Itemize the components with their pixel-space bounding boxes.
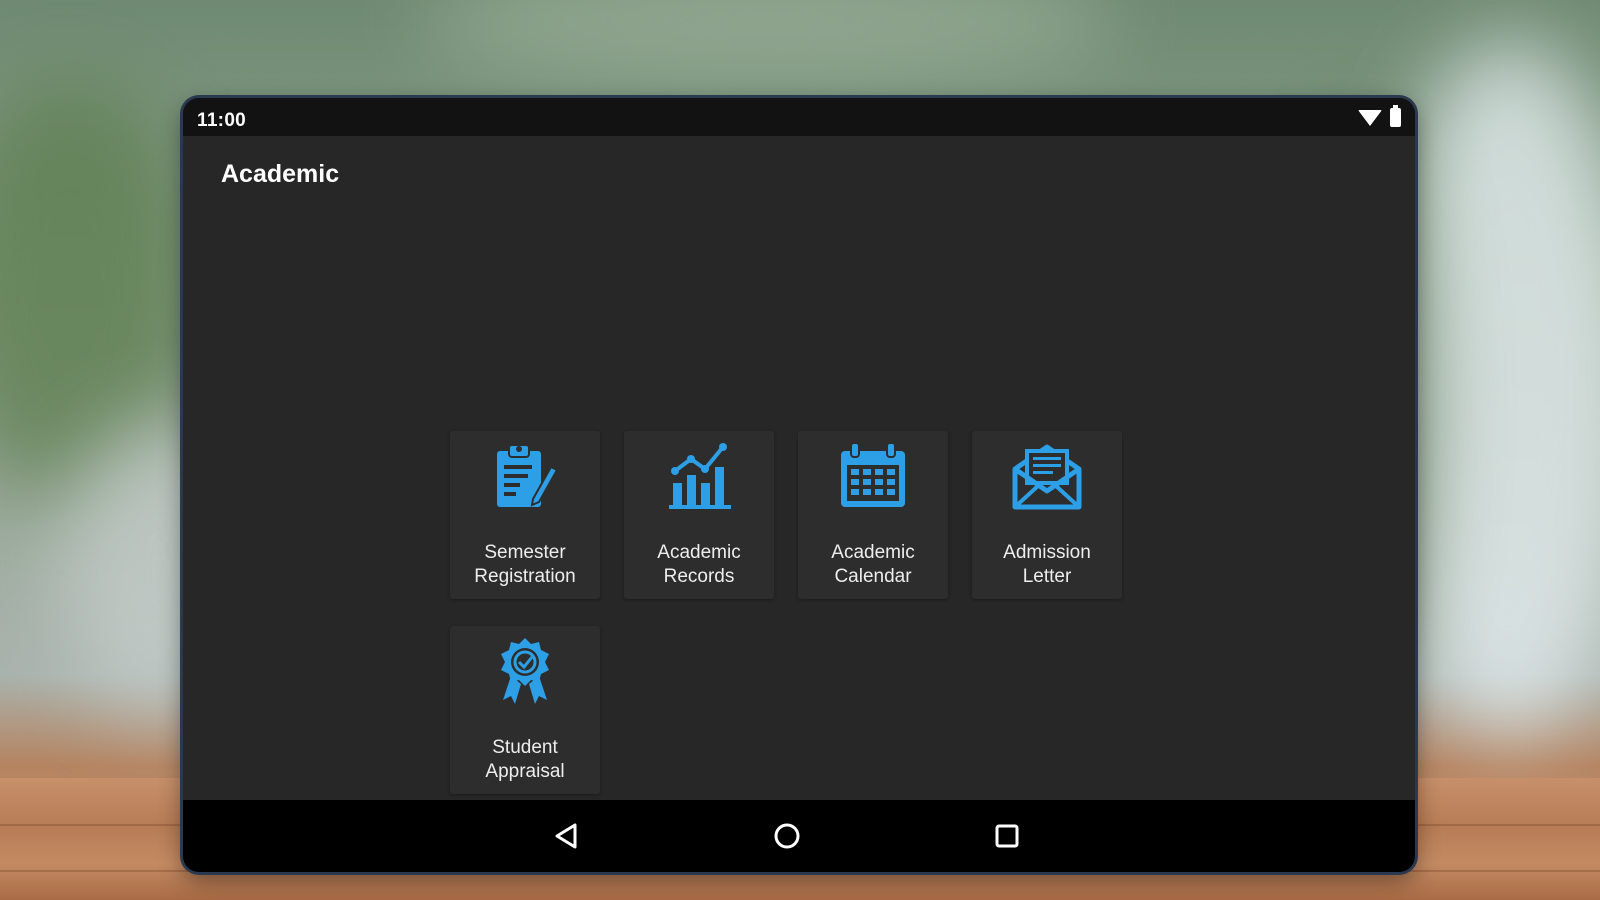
status-time: 11:00 [197,110,247,131]
envelope-letter-icon [1012,444,1082,510]
admission-letter-tile[interactable]: Admission Letter [972,431,1122,599]
tile-label: Student Appraisal [485,737,565,782]
navigation-bar [183,800,1415,872]
award-badge-icon [501,638,549,704]
tile-label: Academic Calendar [831,542,915,587]
bar-chart-trend-icon [669,443,731,509]
student-appraisal-tile[interactable]: Student Appraisal [450,626,600,794]
recents-icon[interactable] [989,818,1025,854]
academic-records-tile[interactable]: Academic Records [624,431,774,599]
page-title: Academic [221,160,340,188]
back-icon[interactable] [549,818,585,854]
tile-label: Academic Records [657,542,741,587]
app-bar: Academic [183,136,1415,209]
status-bar: 11:00 [183,98,1415,136]
home-icon[interactable] [769,818,805,854]
academic-menu-grid: Semester Registration Academic Records A… [183,208,1415,800]
wifi-icon [1358,109,1382,126]
status-icons [1358,105,1401,127]
calendar-icon [841,442,905,507]
academic-calendar-tile[interactable]: Academic Calendar [798,431,948,599]
clipboard-pen-icon [497,444,559,507]
semester-registration-tile[interactable]: Semester Registration [450,431,600,599]
background-blur [420,0,1120,80]
tablet-device: 11:00 Academic Semester Registration Aca… [183,98,1415,872]
battery-icon [1390,105,1401,127]
tile-label: Admission Letter [1003,542,1091,587]
tile-label: Semester Registration [474,542,576,587]
